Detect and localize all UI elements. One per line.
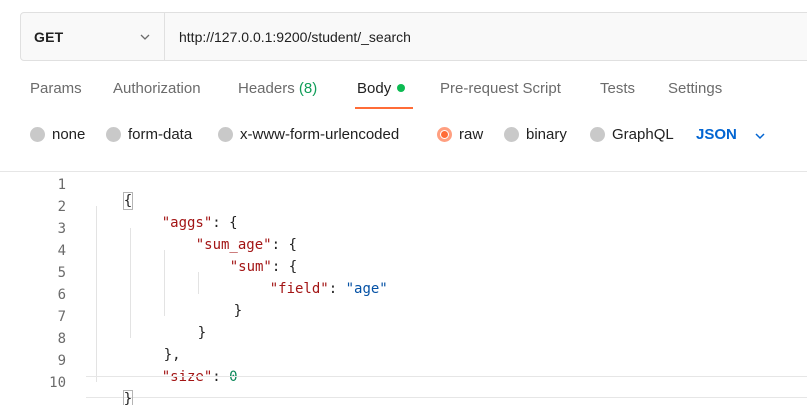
mode-graphql[interactable]: GraphQL: [590, 126, 674, 143]
tab-label: Params: [30, 80, 82, 97]
line-number: 7: [57, 309, 66, 325]
mode-none[interactable]: none: [30, 126, 85, 143]
chevron-down-icon: [140, 34, 150, 40]
tab-settings[interactable]: Settings: [668, 80, 722, 97]
url-input[interactable]: http://127.0.0.1:9200/student/_search: [165, 29, 411, 45]
line-number: 1: [57, 177, 66, 193]
indent-guide: [96, 206, 97, 382]
request-bar: GET http://127.0.0.1:9200/student/_searc…: [20, 12, 807, 61]
line-number: 5: [57, 265, 66, 281]
headers-count-badge: (8): [298, 80, 318, 97]
tab-tests[interactable]: Tests: [600, 80, 635, 97]
radio-icon: [590, 127, 605, 142]
body-status-dot-icon: [397, 84, 406, 93]
line-number: 6: [57, 287, 66, 303]
radio-icon: [504, 127, 519, 142]
mode-binary[interactable]: binary: [504, 126, 567, 143]
mode-form-data[interactable]: form-data: [106, 126, 192, 143]
method-selector[interactable]: GET: [21, 13, 165, 60]
tab-params[interactable]: Params: [30, 80, 82, 97]
line-number: 3: [57, 221, 66, 237]
code-line: }: [200, 287, 242, 335]
radio-icon: [218, 127, 233, 142]
tab-body[interactable]: Body: [357, 80, 406, 97]
line-number: 4: [57, 243, 66, 259]
code-editor[interactable]: 1 2 3 4 5 6 7 8 9 10 { "aggs": { "sum_ag…: [0, 172, 807, 405]
json-separator: :: [328, 281, 346, 297]
mode-label: GraphQL: [612, 126, 674, 143]
tab-label: Pre-request Script: [440, 80, 561, 97]
line-number: 9: [57, 353, 66, 369]
tab-label: Headers: [238, 80, 295, 97]
code-line: {: [90, 177, 134, 225]
tab-label: Tests: [600, 80, 636, 97]
tab-pre-request-script[interactable]: Pre-request Script: [440, 80, 561, 97]
mode-label: raw: [459, 126, 484, 143]
json-key: "field": [269, 281, 329, 297]
line-number: 8: [57, 331, 66, 347]
line-number: 2: [57, 199, 66, 215]
tab-label: Body: [357, 80, 392, 97]
mode-label: form-data: [128, 126, 193, 143]
method-label: GET: [34, 28, 64, 45]
body-mode-group: none form-data x-www-form-urlencoded raw…: [0, 126, 807, 146]
mode-x-www-form-urlencoded[interactable]: x-www-form-urlencoded: [218, 126, 399, 143]
json-brace: }: [197, 325, 207, 341]
tab-label: Authorization: [113, 80, 201, 97]
mode-raw[interactable]: raw: [437, 126, 483, 143]
tab-headers[interactable]: Headers (8): [238, 80, 317, 97]
active-tab-indicator: [355, 107, 413, 109]
mode-label: x-www-form-urlencoded: [240, 126, 400, 143]
request-tabs: Params Authorization Headers (8) Body Pr…: [0, 80, 807, 102]
radio-selected-icon: [437, 127, 452, 142]
raw-type-selector[interactable]: JSON: [696, 126, 737, 143]
mode-label: binary: [526, 126, 567, 143]
json-brace: }: [122, 390, 134, 405]
line-number: 10: [49, 375, 66, 391]
code-line: }: [90, 375, 134, 405]
mode-label: none: [52, 126, 86, 143]
code-line: "field": "age": [236, 265, 388, 313]
tab-authorization[interactable]: Authorization: [113, 80, 201, 97]
chevron-down-icon[interactable]: [754, 130, 766, 142]
radio-icon: [30, 127, 45, 142]
radio-icon: [106, 127, 121, 142]
json-brace: }: [233, 303, 243, 319]
current-line-highlight: [86, 376, 807, 398]
tab-label: Settings: [668, 80, 723, 97]
json-string-value: "age": [345, 281, 388, 297]
